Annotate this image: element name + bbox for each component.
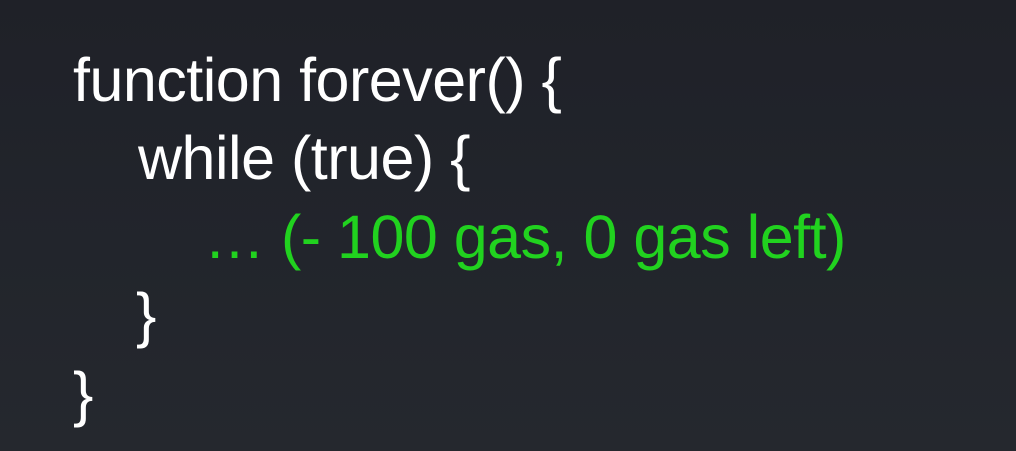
- code-line-gas-annotation: … (- 100 gas, 0 gas left): [204, 203, 846, 271]
- code-snippet: function forever() { while (true) { … (-…: [0, 0, 1016, 451]
- code-line-while-close-brace: }: [136, 281, 156, 349]
- code-line-function-close-brace: }: [73, 360, 93, 428]
- code-line-while-loop: while (true) {: [138, 124, 471, 192]
- code-line-function-declaration: function forever() {: [73, 46, 562, 114]
